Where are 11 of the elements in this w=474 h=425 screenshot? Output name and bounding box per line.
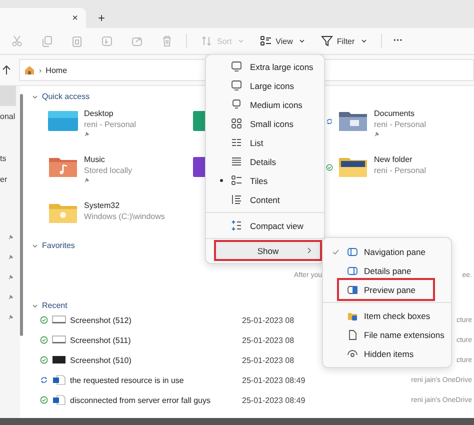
folder-location: Windows (C:)\windows: [84, 212, 165, 221]
date-modified: 25-01-2023 08: [242, 356, 296, 364]
folder-location: reni - Personal: [374, 166, 426, 175]
breadcrumb-separator: ›: [39, 66, 42, 74]
folder-location: reni - Personal: [374, 120, 426, 129]
date-modified: 25-01-2023 08: [242, 336, 296, 344]
date-modified: 25-01-2023 08:49: [242, 396, 306, 404]
date-modified: 25-01-2023 08:49: [242, 376, 306, 384]
folder-location: reni - Personal: [84, 120, 136, 129]
folder-location: Stored locally: [84, 166, 132, 175]
date-modified: 25-01-2023 08: [242, 316, 296, 324]
